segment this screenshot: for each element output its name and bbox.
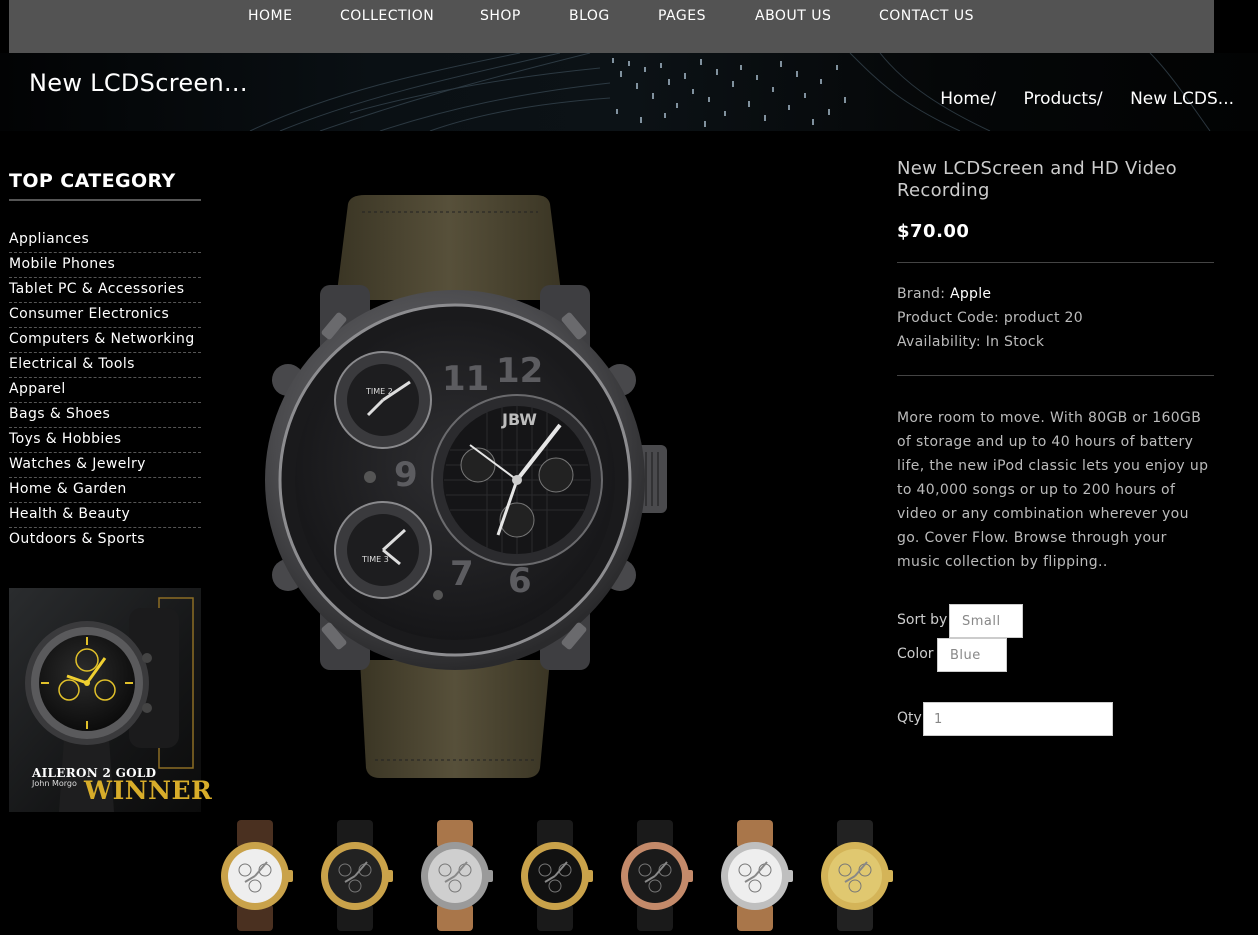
dial-number: 12: [496, 351, 543, 391]
availability-value: In Stock: [985, 334, 1045, 350]
nav-blog[interactable]: BLOG: [569, 8, 610, 24]
category-item[interactable]: Outdoors & Sports: [9, 528, 201, 553]
promo-winner-badge: WINNER: [84, 776, 213, 805]
nav-about-us[interactable]: ABOUT US: [755, 8, 831, 24]
promo-author: John Morgo: [32, 779, 77, 788]
sidebar-title-underline: [9, 199, 201, 201]
availability-row: Availability: In Stock: [897, 334, 1044, 350]
thumbnail-1[interactable]: [215, 820, 295, 931]
brand-link[interactable]: Apple: [950, 286, 991, 302]
nav-pages[interactable]: PAGES: [658, 8, 706, 24]
thumbnail-watch-image: [721, 820, 793, 931]
thumbnail-6[interactable]: [715, 820, 795, 931]
category-item[interactable]: Appliances: [9, 228, 201, 253]
category-item[interactable]: Toys & Hobbies: [9, 428, 201, 453]
breadcrumb-products[interactable]: Products/: [1024, 89, 1103, 109]
category-item[interactable]: Computers & Networking: [9, 328, 201, 353]
category-item[interactable]: Tablet PC & Accessories: [9, 278, 201, 303]
thumbnail-watch-image: [321, 820, 393, 931]
thumbnail-2[interactable]: [315, 820, 395, 931]
thumbnail-watch-image: [221, 820, 293, 931]
thumbnail-watch-image: [821, 820, 893, 931]
watch-image: 11 12 9 7 6 TIME 2 TIME 3 JBW: [265, 195, 667, 778]
brand-label: Brand:: [897, 286, 946, 302]
product-description: More room to move. With 80GB or 160GB of…: [897, 410, 1209, 570]
category-item[interactable]: Mobile Phones: [9, 253, 201, 278]
category-item[interactable]: Home & Garden: [9, 478, 201, 503]
product-name: New LCDScreen and HD Video Recording: [897, 158, 1177, 201]
nav-contact-us[interactable]: CONTACT US: [879, 8, 974, 24]
dial-number: 6: [508, 561, 532, 601]
breadcrumb: Home/ Products/ New LCDS...: [918, 89, 1234, 109]
top-navigation: HOME COLLECTION SHOP BLOG PAGES ABOUT US…: [9, 0, 1214, 53]
qty-input[interactable]: [923, 702, 1113, 736]
category-item[interactable]: Bags & Shoes: [9, 403, 201, 428]
category-item[interactable]: Consumer Electronics: [9, 303, 201, 328]
brand-row: Brand: Apple: [897, 286, 991, 302]
qty-label: Qty: [897, 710, 922, 726]
breadcrumb-current: New LCDS...: [1130, 89, 1234, 109]
product-main-image[interactable]: 11 12 9 7 6 TIME 2 TIME 3 JBW: [250, 190, 690, 785]
divider: [897, 375, 1214, 376]
color-label: Color: [897, 646, 934, 662]
dial-number: 9: [394, 455, 418, 495]
product-code-label: Product Code:: [897, 310, 1000, 326]
dial-number: 11: [442, 359, 489, 399]
subdial-label: TIME 2: [365, 387, 393, 396]
product-price: $70.00: [897, 221, 970, 242]
page-banner: New LCDScreen... Home/ Products/ New LCD…: [0, 53, 1258, 131]
color-select[interactable]: Blue: [937, 638, 1007, 672]
thumbnail-5[interactable]: [615, 820, 695, 931]
product-code-row: Product Code: product 20: [897, 310, 1083, 326]
thumbnail-watch-image: [621, 820, 693, 931]
dial-number: 7: [450, 554, 474, 594]
thumbnail-watch-image: [421, 820, 493, 931]
breadcrumb-home[interactable]: Home/: [940, 89, 996, 109]
promo-banner[interactable]: AILERON 2 GOLD John Morgo WINNER: [9, 588, 212, 812]
thumbnail-3[interactable]: [415, 820, 495, 931]
page-title: New LCDScreen...: [29, 69, 248, 97]
product-code-value: product 20: [1003, 310, 1083, 326]
nav-collection[interactable]: COLLECTION: [340, 8, 434, 24]
category-item[interactable]: Watches & Jewelry: [9, 453, 201, 478]
thumbnail-watch-image: [521, 820, 593, 931]
divider: [897, 262, 1214, 263]
subdial-label: TIME 3: [361, 555, 389, 564]
category-item[interactable]: Health & Beauty: [9, 503, 201, 528]
thumbnail-7[interactable]: [815, 820, 895, 931]
sidebar-title: TOP CATEGORY: [9, 170, 176, 192]
size-select[interactable]: Small: [949, 604, 1023, 638]
nav-home[interactable]: HOME: [248, 8, 292, 24]
nav-shop[interactable]: SHOP: [480, 8, 521, 24]
availability-label: Availability:: [897, 334, 981, 350]
category-list: Appliances Mobile Phones Tablet PC & Acc…: [9, 228, 201, 553]
watch-logo: JBW: [501, 410, 537, 429]
category-item[interactable]: Electrical & Tools: [9, 353, 201, 378]
thumbnail-4[interactable]: [515, 820, 595, 931]
sort-by-label: Sort by: [897, 612, 948, 628]
category-item[interactable]: Apparel: [9, 378, 201, 403]
